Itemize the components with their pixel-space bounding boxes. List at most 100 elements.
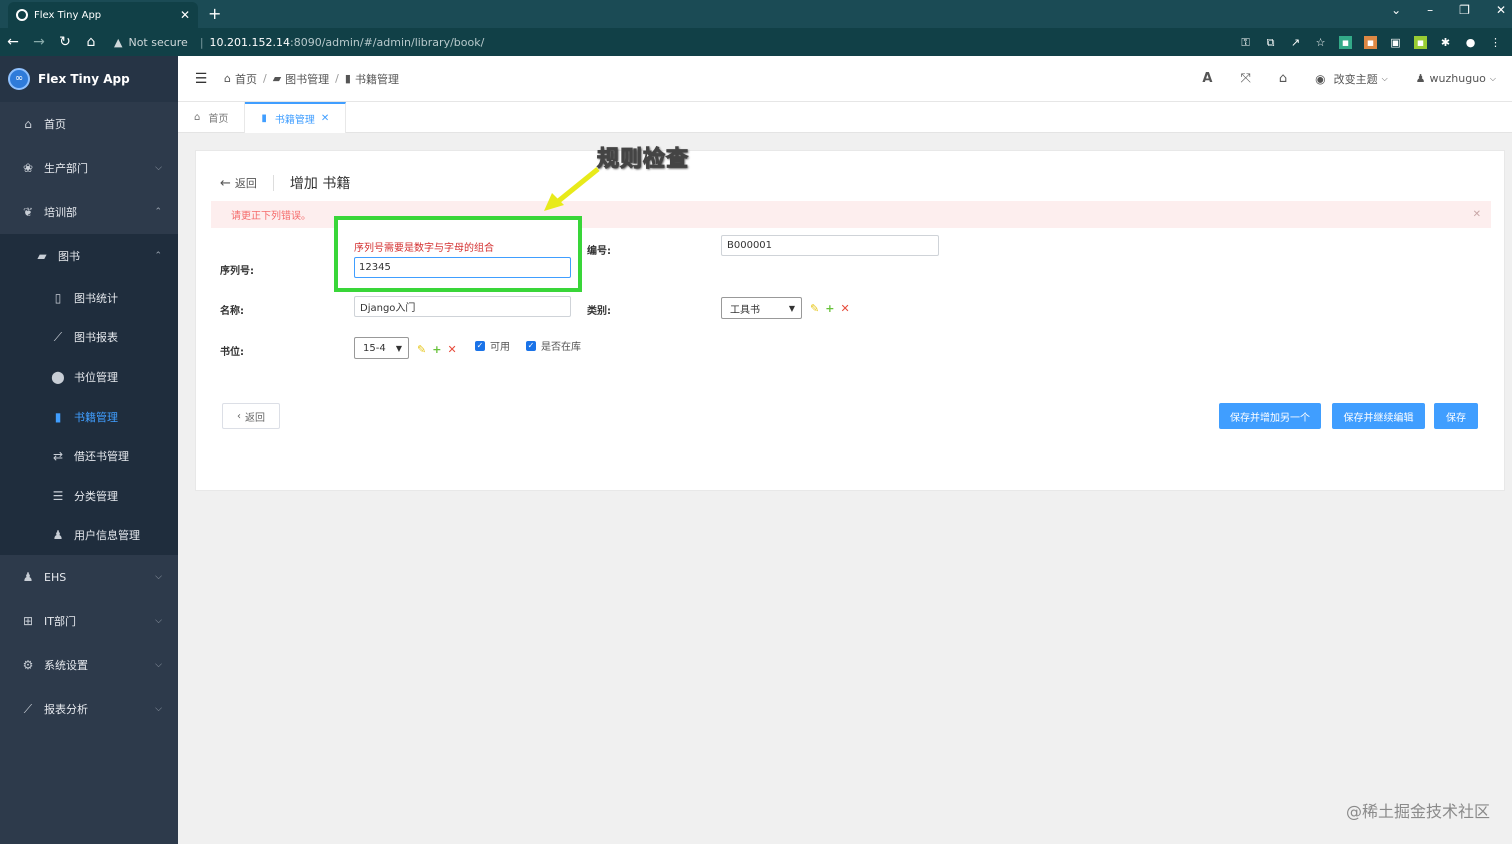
- name-input[interactable]: Django入门: [354, 296, 571, 317]
- location-select[interactable]: 15-4 ▼: [354, 337, 409, 359]
- breadcrumb-books[interactable]: 图书管理: [285, 71, 329, 87]
- serial-input[interactable]: 12345: [354, 257, 571, 278]
- home-nav-icon[interactable]: ⌂: [78, 34, 104, 50]
- save-button[interactable]: 保存: [1434, 403, 1478, 429]
- extension-2-icon[interactable]: ▪: [1364, 35, 1377, 49]
- add-plus-icon[interactable]: +: [432, 343, 441, 356]
- infinity-logo-icon: ∞: [8, 68, 30, 90]
- forward-nav-icon[interactable]: →: [26, 34, 52, 50]
- favicon-icon: [16, 9, 28, 21]
- profile-icon[interactable]: ●: [1464, 36, 1477, 49]
- in-stock-checkbox[interactable]: ✓ 是否在库: [526, 338, 581, 353]
- sidebar-item-analysis[interactable]: ⟋ 报表分析 ⌵: [0, 687, 178, 731]
- edit-pencil-icon[interactable]: ✎: [417, 343, 426, 356]
- home-icon: ⌂: [194, 112, 201, 123]
- sidebar-item-home[interactable]: ⌂ 首页: [0, 102, 178, 146]
- code-label: 编号:: [587, 246, 611, 257]
- translate-icon[interactable]: ⧉: [1264, 36, 1277, 49]
- back-link[interactable]: ← 返回: [220, 175, 257, 191]
- location-actions: ✎ + ✕: [417, 343, 457, 356]
- sidebar-item-books[interactable]: ▰ 图书 ⌃: [0, 234, 178, 278]
- serial-error-message: 序列号需要是数字与字母的组合: [354, 243, 494, 254]
- tab-search-icon[interactable]: ⌄: [1391, 3, 1401, 17]
- close-tab-icon[interactable]: ✕: [180, 8, 190, 22]
- tab-home[interactable]: ⌂ 首页: [178, 102, 246, 133]
- back-button[interactable]: ‹ 返回: [222, 403, 280, 429]
- extension-4-icon[interactable]: ▪: [1414, 35, 1427, 49]
- share-icon[interactable]: ↗: [1289, 36, 1302, 49]
- close-icon[interactable]: ✕: [1473, 209, 1481, 220]
- category-select[interactable]: 工具书 ▼: [721, 297, 802, 319]
- browser-tab[interactable]: Flex Tiny App ✕: [8, 2, 198, 28]
- arrow-left-icon: ←: [220, 175, 231, 191]
- user-icon: ♟: [52, 528, 64, 543]
- chevron-up-icon: ⌃: [154, 251, 162, 261]
- star-icon[interactable]: ☆: [1314, 36, 1327, 49]
- theme-switcher[interactable]: ◉ 改变主题 ⌵: [1315, 71, 1388, 87]
- key-icon[interactable]: ⚿: [1239, 36, 1252, 49]
- sidebar-item-training[interactable]: ❦ 培训部 ⌃: [0, 190, 178, 234]
- category-actions: ✎ + ✕: [810, 302, 850, 315]
- page-header: ← 返回 增加 书籍: [220, 173, 350, 193]
- book-icon: ▮: [344, 72, 351, 85]
- page-title: 增加 书籍: [289, 176, 351, 192]
- add-plus-icon[interactable]: +: [825, 302, 834, 315]
- serial-label: 序列号:: [220, 266, 254, 277]
- extension-3-icon[interactable]: ▣: [1389, 36, 1402, 49]
- sidebar-item-book-report[interactable]: ⟋ 图书报表: [0, 318, 178, 358]
- chevron-left-icon: ‹: [237, 410, 241, 422]
- validation-highlight-box: 序列号需要是数字与字母的组合 12345: [334, 216, 582, 292]
- delete-x-icon[interactable]: ✕: [840, 302, 849, 315]
- home-icon: ⌂: [224, 72, 231, 85]
- reload-icon[interactable]: ↻: [52, 34, 78, 50]
- close-window-button[interactable]: ✕: [1496, 3, 1506, 17]
- header-actions: A ⤧ ⌂ ◉ 改变主题 ⌵ ♟ wuzhuguo ⌵: [1202, 71, 1512, 87]
- home-icon[interactable]: ⌂: [1279, 71, 1287, 86]
- code-input[interactable]: B000001: [721, 235, 939, 256]
- hamburger-icon[interactable]: ☰: [178, 71, 224, 87]
- puzzle-icon[interactable]: ✱: [1439, 36, 1452, 49]
- sidebar-item-settings[interactable]: ⚙ 系统设置 ⌵: [0, 643, 178, 687]
- restore-button[interactable]: ❐: [1459, 3, 1470, 17]
- save-add-another-button[interactable]: 保存并增加另一个: [1219, 403, 1321, 429]
- new-tab-button[interactable]: +: [208, 4, 221, 23]
- submenu-books: ▯ 图书统计 ⟋ 图书报表 ⬤ 书位管理 ▮ 书籍管理 ⇄ 借还书管理 ☰ 分类…: [0, 278, 178, 555]
- leaf-icon: ❦: [22, 205, 34, 219]
- chevron-down-icon: ⌵: [155, 660, 162, 671]
- checkmark-icon: ✓: [475, 340, 485, 351]
- sidebar-item-category[interactable]: ☰ 分类管理: [0, 476, 178, 516]
- user-menu[interactable]: ♟ wuzhuguo ⌵: [1416, 72, 1496, 85]
- sidebar-item-user-info[interactable]: ♟ 用户信息管理: [0, 516, 178, 556]
- url-path: :8090/admin/#/admin/library/book/: [290, 35, 485, 49]
- back-nav-icon[interactable]: ←: [0, 34, 26, 50]
- sidebar-item-book-manage[interactable]: ▮ 书籍管理: [0, 397, 178, 437]
- extension-1-icon[interactable]: ▪: [1339, 35, 1352, 49]
- menu-dots-icon[interactable]: ⋮: [1489, 36, 1502, 49]
- fullscreen-icon[interactable]: ⤧: [1240, 71, 1250, 86]
- tab-book-manage[interactable]: ▮ 书籍管理 ✕: [245, 102, 347, 133]
- name-label: 名称:: [220, 306, 244, 317]
- sidebar-item-it[interactable]: ⊞ IT部门 ⌵: [0, 599, 178, 643]
- close-icon[interactable]: ✕: [321, 113, 329, 124]
- minimize-button[interactable]: –: [1427, 3, 1433, 17]
- sidebar-item-ehs[interactable]: ♟ EHS ⌵: [0, 555, 178, 599]
- save-continue-button[interactable]: 保存并继续编辑: [1332, 403, 1425, 429]
- window-controls: ⌄ – ❐ ✕: [1391, 3, 1506, 17]
- browser-tabbar: Flex Tiny App ✕ + ⌄ – ❐ ✕: [0, 0, 1512, 28]
- url-field[interactable]: ▲ Not secure | 10.201.152.14 :8090/admin…: [114, 36, 484, 49]
- font-size-icon[interactable]: A: [1202, 71, 1212, 86]
- sidebar-item-location[interactable]: ⬤ 书位管理: [0, 357, 178, 397]
- delete-x-icon[interactable]: ✕: [447, 343, 456, 356]
- sidebar-item-borrow[interactable]: ⇄ 借还书管理: [0, 436, 178, 476]
- address-bar: ← → ↻ ⌂ ▲ Not secure | 10.201.152.14 :80…: [0, 28, 1512, 56]
- sidebar-item-production[interactable]: ❀ 生产部门 ⌵: [0, 146, 178, 190]
- submenu-training: ▰ 图书 ⌃ ▯ 图书统计 ⟋ 图书报表 ⬤ 书位管理 ▮ 书籍管理 ⇄ 借还书…: [0, 234, 178, 556]
- available-checkbox[interactable]: ✓ 可用: [475, 338, 510, 353]
- breadcrumb: ⌂ 首页 / ▰ 图书管理 / ▮ 书籍管理: [224, 71, 399, 87]
- sidebar-item-book-stats[interactable]: ▯ 图书统计: [0, 278, 178, 318]
- edit-pencil-icon[interactable]: ✎: [810, 302, 819, 315]
- home-icon: ⌂: [24, 117, 32, 131]
- brand[interactable]: ∞ Flex Tiny App: [0, 56, 178, 102]
- breadcrumb-home[interactable]: 首页: [235, 71, 257, 87]
- warning-icon: ▲: [114, 35, 123, 49]
